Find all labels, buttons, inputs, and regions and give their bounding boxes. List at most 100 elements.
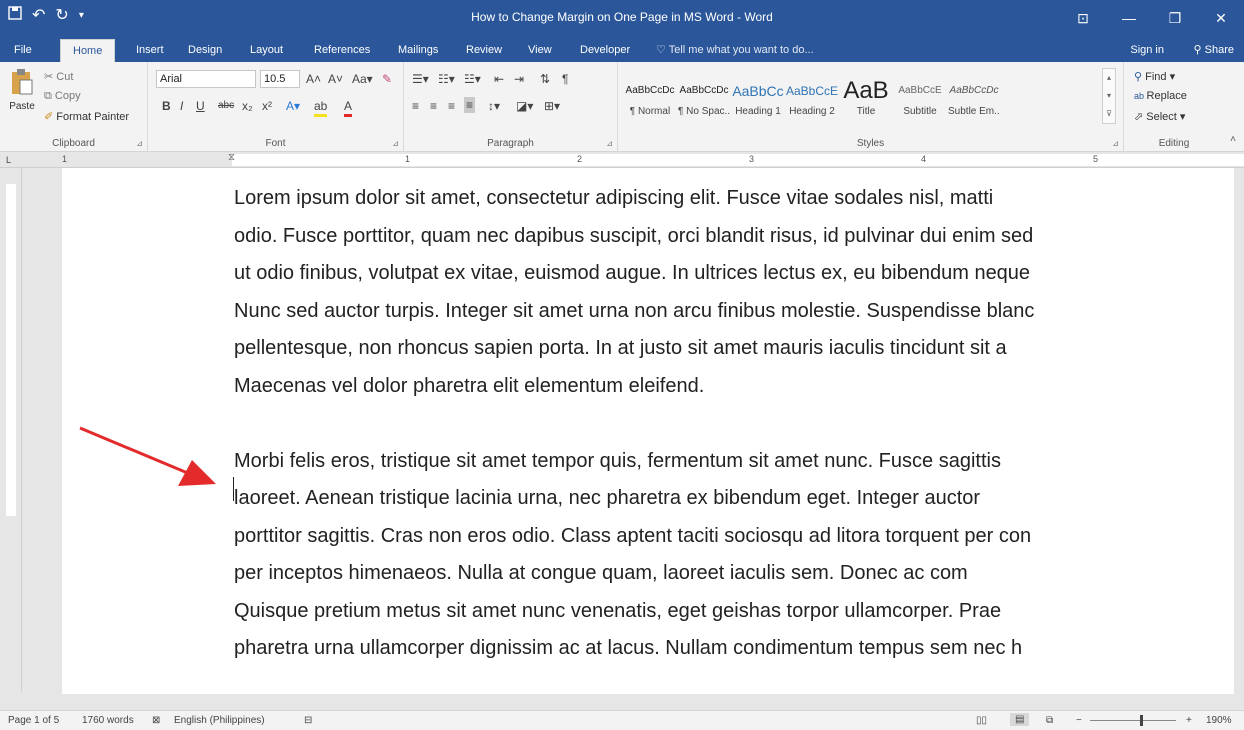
replace-button[interactable]: ab Replace: [1134, 90, 1187, 102]
tab-design[interactable]: Design: [188, 39, 222, 62]
format-painter-button[interactable]: ✐ Format Painter: [44, 110, 129, 123]
grow-font-icon[interactable]: A˄: [306, 71, 321, 87]
align-right-icon[interactable]: ≡: [448, 98, 455, 114]
font-size-select[interactable]: 10.5: [260, 70, 300, 88]
tab-layout[interactable]: Layout: [250, 39, 283, 62]
ruler-number: 3: [749, 154, 755, 164]
styles-more-icon[interactable]: ⊽: [1103, 105, 1115, 123]
macro-record-icon[interactable]: ⊟: [304, 715, 312, 726]
word-count[interactable]: 1760 words: [82, 715, 134, 726]
zoom-slider[interactable]: [1090, 715, 1176, 726]
zoom-out-icon[interactable]: −: [1076, 715, 1082, 726]
lightbulb-icon: ♡: [656, 44, 669, 56]
style-subtle-emphasis[interactable]: AaBbCcDc Subtle Em...: [948, 76, 1000, 132]
paste-button[interactable]: Paste: [6, 68, 38, 124]
zoom-slider-thumb[interactable]: [1140, 715, 1143, 726]
horizontal-ruler[interactable]: L ⧖ 1 1 2 3 4 5: [0, 152, 1244, 168]
clipboard-launcher-icon[interactable]: ⊿: [136, 139, 143, 148]
collapse-ribbon-icon[interactable]: ˄: [1230, 134, 1236, 145]
tab-review[interactable]: Review: [466, 39, 502, 62]
text-line: ut odio finibus, volutpat ex vitae, euis…: [234, 262, 1031, 284]
close-button[interactable]: ✕: [1198, 0, 1244, 36]
styles-launcher-icon[interactable]: ⊿: [1112, 139, 1119, 148]
replace-label: Replace: [1146, 90, 1187, 102]
indent-marker-icon[interactable]: ⧖: [228, 152, 235, 163]
tab-view[interactable]: View: [528, 39, 552, 62]
change-case-icon[interactable]: Aa▾: [352, 71, 373, 87]
subscript-icon[interactable]: x₂: [242, 98, 253, 114]
style-title[interactable]: AaB Title: [840, 76, 892, 132]
highlight-icon[interactable]: ab: [314, 98, 328, 117]
restore-button[interactable]: ❐: [1152, 0, 1198, 36]
borders-icon[interactable]: ⊞▾: [544, 98, 560, 114]
cut-button[interactable]: ✂ Cut: [44, 70, 73, 83]
copy-button[interactable]: ⧉ Copy: [44, 90, 81, 103]
zoom-in-icon[interactable]: +: [1186, 715, 1192, 726]
paragraph-1[interactable]: Lorem ipsum dolor sit amet, consectetur …: [234, 180, 1234, 405]
document-page[interactable]: Lorem ipsum dolor sit amet, consectetur …: [62, 168, 1234, 694]
line-spacing-icon[interactable]: ↕▾: [488, 98, 500, 114]
style-subtitle[interactable]: AaBbCcE Subtitle: [894, 76, 946, 132]
copy-label: Copy: [54, 90, 81, 102]
document-body[interactable]: Lorem ipsum dolor sit amet, consectetur …: [234, 180, 1234, 694]
bold-icon[interactable]: B: [162, 98, 171, 114]
replace-icon: ab: [1134, 91, 1147, 101]
shrink-font-icon[interactable]: A˅: [328, 71, 343, 87]
ribbon-display-icon[interactable]: ⊡: [1060, 0, 1106, 36]
tab-mailings[interactable]: Mailings: [398, 39, 438, 62]
style-normal[interactable]: AaBbCcDc ¶ Normal: [624, 76, 676, 132]
numbering-icon[interactable]: ☷▾: [438, 71, 455, 87]
text-effects-icon[interactable]: A▾: [286, 98, 300, 114]
page-count[interactable]: Page 1 of 5: [8, 715, 59, 726]
text-line: porttitor sagittis. Cras non eros odio. …: [234, 524, 1032, 547]
font-family-select[interactable]: Arial: [156, 70, 256, 88]
style-heading-2[interactable]: AaBbCcE Heading 2: [786, 76, 838, 132]
paragraph-2[interactable]: Morbi felis eros, tristique sit amet tem…: [234, 443, 1234, 668]
sort-icon[interactable]: ⇅: [540, 71, 550, 87]
find-button[interactable]: ⚲ Find ▾: [1134, 70, 1175, 83]
select-button[interactable]: ⬀ Select ▾: [1134, 110, 1185, 123]
strikethrough-icon[interactable]: abc: [218, 98, 234, 114]
language-status[interactable]: English (Philippines): [174, 715, 265, 726]
increase-indent-icon[interactable]: ⇥: [514, 71, 524, 87]
scroll-up-icon[interactable]: ▴: [1103, 69, 1115, 87]
styles-scroll[interactable]: ▴ ▾ ⊽: [1102, 68, 1116, 124]
red-arrow-icon: [79, 426, 216, 486]
status-bar: Page 1 of 5 1760 words ⊠ English (Philip…: [0, 710, 1244, 730]
paragraph-launcher-icon[interactable]: ⊿: [606, 139, 613, 148]
tab-file[interactable]: File: [14, 39, 32, 62]
clear-formatting-icon[interactable]: ✎: [382, 71, 392, 87]
bullets-icon[interactable]: ☰▾: [412, 71, 429, 87]
decrease-indent-icon[interactable]: ⇤: [494, 71, 504, 87]
tab-developer[interactable]: Developer: [580, 39, 630, 62]
tab-selector-icon[interactable]: L: [6, 155, 11, 165]
style-heading-1[interactable]: AaBbCc Heading 1: [732, 76, 784, 132]
show-hide-icon[interactable]: ¶: [562, 71, 568, 87]
italic-icon[interactable]: I: [180, 98, 183, 114]
style-no-spacing[interactable]: AaBbCcDc ¶ No Spac...: [678, 76, 730, 132]
font-launcher-icon[interactable]: ⊿: [392, 139, 399, 148]
justify-icon[interactable]: ≡: [464, 97, 476, 113]
superscript-icon[interactable]: x²: [262, 98, 272, 114]
tab-insert[interactable]: Insert: [136, 39, 164, 62]
sign-in-link[interactable]: Sign in: [1130, 39, 1164, 62]
print-layout-icon[interactable]: ▤: [1010, 713, 1030, 726]
cursor-arrow-icon: ⬀: [1134, 111, 1147, 123]
multilevel-list-icon[interactable]: ☳▾: [464, 71, 481, 87]
scroll-down-icon[interactable]: ▾: [1103, 87, 1115, 105]
zoom-level[interactable]: 190%: [1206, 715, 1232, 726]
share-button[interactable]: ⚲ Share: [1194, 39, 1234, 62]
format-painter-label: Format Painter: [56, 111, 130, 123]
font-color-icon[interactable]: A: [344, 98, 353, 117]
minimize-button[interactable]: —: [1106, 0, 1152, 36]
tab-home[interactable]: Home: [60, 39, 116, 62]
align-left-icon[interactable]: ≡: [412, 98, 419, 114]
proofing-icon[interactable]: ⊠: [152, 715, 160, 726]
align-center-icon[interactable]: ≡: [430, 98, 437, 114]
shading-icon[interactable]: ◪▾: [516, 98, 533, 114]
read-mode-icon[interactable]: ▯▯: [976, 715, 987, 726]
tell-me-box[interactable]: ♡ Tell me what you want to do...: [656, 39, 814, 62]
tab-references[interactable]: References: [314, 39, 370, 62]
underline-icon[interactable]: U: [196, 98, 205, 114]
web-layout-icon[interactable]: ⧉: [1046, 715, 1053, 726]
